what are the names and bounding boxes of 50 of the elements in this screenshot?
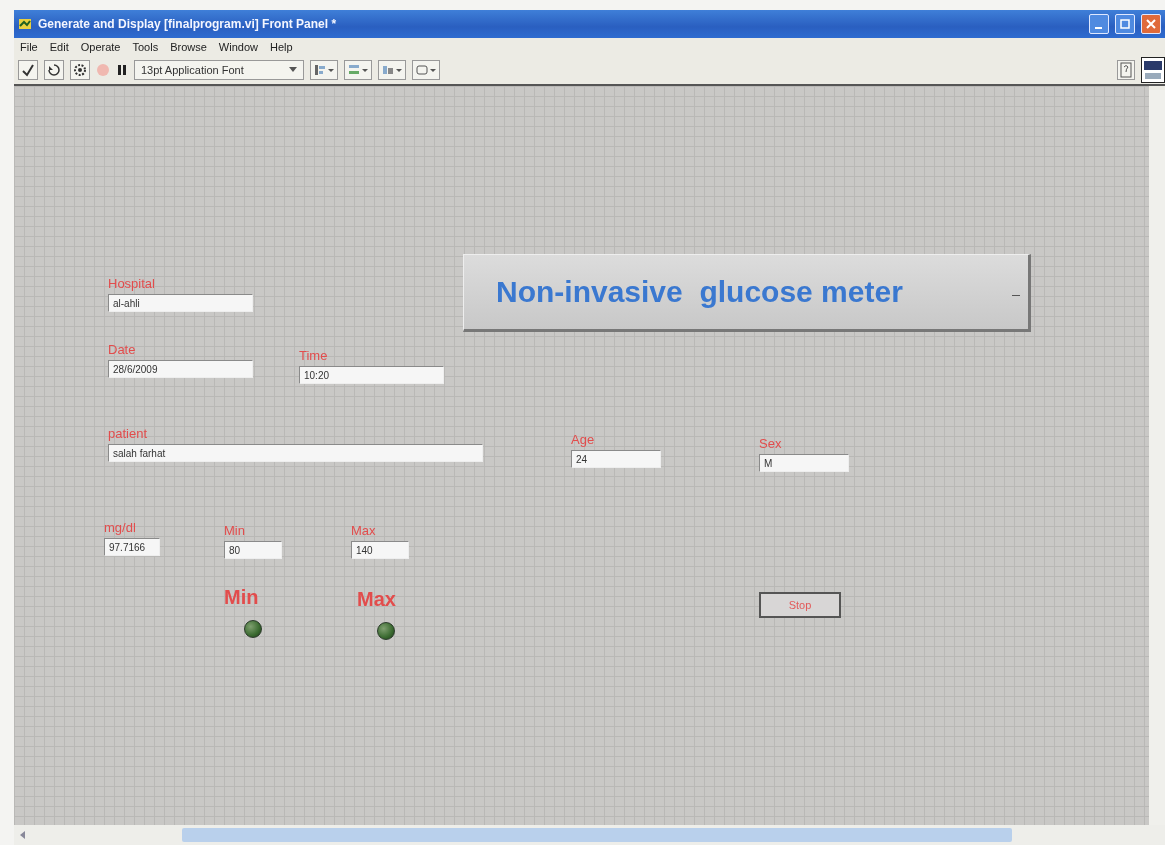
- menu-item[interactable]: Help: [269, 41, 293, 53]
- font-dropdown[interactable]: 13pt Application Font: [134, 60, 304, 80]
- led-label: Min: [224, 586, 260, 609]
- field-label: Age: [571, 432, 596, 447]
- field-label: patient: [108, 426, 149, 441]
- close-icon: [1146, 19, 1156, 29]
- gear-icon[interactable]: [70, 60, 90, 80]
- minimize-icon: [1094, 26, 1102, 29]
- field-label: Hospital: [108, 276, 156, 291]
- text-field[interactable]: 80: [224, 541, 282, 559]
- vi-icon: [1141, 57, 1165, 83]
- text-field[interactable]: 10:20: [299, 366, 444, 384]
- field-label: Max: [351, 523, 377, 538]
- field-label: mg/dl: [104, 520, 137, 535]
- menu-item[interactable]: Browse: [170, 41, 207, 53]
- resize-icon[interactable]: [378, 60, 406, 80]
- menu-item[interactable]: Tools: [132, 41, 159, 53]
- distribute-icon[interactable]: [344, 60, 372, 80]
- banner-text: Non-invasive glucose meter: [496, 275, 903, 309]
- maximize-icon: [1120, 19, 1130, 29]
- window-title: Generate and Display [finalprogram.vi] Front Panel *: [38, 17, 338, 31]
- field-label: Time: [299, 348, 329, 363]
- led-label: Max: [357, 588, 396, 611]
- menu-item[interactable]: File: [20, 41, 38, 53]
- field-label: Min: [224, 523, 246, 538]
- text-field[interactable]: 140: [351, 541, 409, 559]
- scroll-left-icon[interactable]: [18, 830, 28, 840]
- reorder-icon[interactable]: [412, 60, 440, 80]
- field-label: Date: [108, 342, 137, 357]
- menu-item[interactable]: Window: [218, 41, 258, 53]
- text-field[interactable]: M: [759, 454, 849, 472]
- field-label: Sex: [759, 436, 783, 451]
- pause-icon[interactable]: [116, 63, 128, 77]
- run-continuously-icon[interactable]: [44, 60, 64, 80]
- vertical-scrollbar[interactable]: [1149, 90, 1165, 825]
- help-icon[interactable]: [1117, 60, 1135, 80]
- close-button[interactable]: [1141, 14, 1161, 34]
- menu-item[interactable]: Operate: [80, 41, 121, 53]
- caret-icon: [289, 67, 297, 73]
- horizontal-scrollbar[interactable]: [14, 825, 1165, 845]
- app-icon: [18, 17, 32, 31]
- minimize-button[interactable]: [1089, 14, 1109, 34]
- text-field[interactable]: 24: [571, 450, 661, 468]
- align-icon[interactable]: [310, 60, 338, 80]
- text-field[interactable]: 28/6/2009: [108, 360, 253, 378]
- text-field[interactable]: al-ahli: [108, 294, 253, 312]
- menu-item[interactable]: Edit: [49, 41, 69, 53]
- text-field[interactable]: salah farhat: [108, 444, 483, 462]
- text-field[interactable]: 97.7166: [104, 538, 160, 556]
- maximize-button[interactable]: [1115, 14, 1135, 34]
